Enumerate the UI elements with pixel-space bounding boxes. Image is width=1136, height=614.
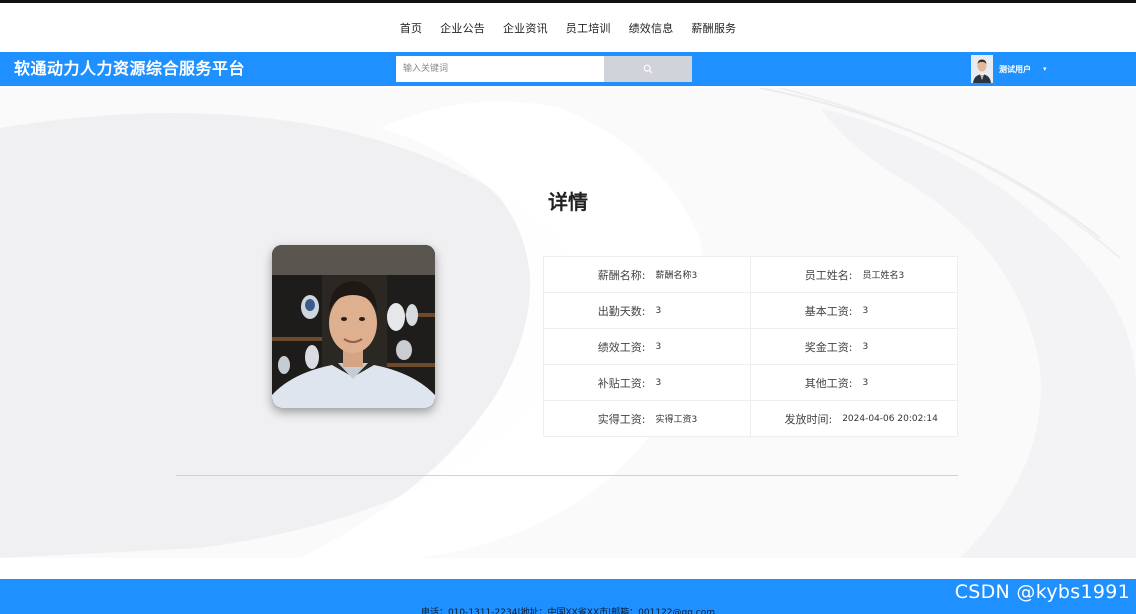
detail-cell-performance-pay: 绩效工资: 3 — [543, 328, 751, 365]
table-row: 出勤天数: 3 基本工资: 3 — [543, 292, 958, 329]
top-nav: 首页 企业公告 企业资讯 员工培训 绩效信息 薪酬服务 — [0, 3, 1136, 52]
watermark: CSDN @kybs1991 — [954, 581, 1130, 603]
detail-cell-base-salary: 基本工资: 3 — [750, 292, 958, 329]
detail-value: 3 — [655, 305, 662, 316]
detail-label: 补贴工资: — [597, 376, 646, 390]
detail-label: 薪酬名称: — [597, 268, 646, 282]
detail-cell-net-pay: 实得工资: 实得工资3 — [543, 400, 751, 437]
user-menu[interactable]: 测试用户 ▾ — [971, 55, 1047, 83]
detail-cell-bonus: 奖金工资: 3 — [750, 328, 958, 365]
table-row: 绩效工资: 3 奖金工资: 3 — [543, 328, 958, 365]
search-icon — [643, 64, 653, 74]
detail-value: 2024-04-06 20:02:14 — [842, 413, 938, 424]
detail-cell-pay-time: 发放时间: 2024-04-06 20:02:14 — [750, 400, 958, 437]
detail-value: 3 — [862, 305, 869, 316]
table-row: 薪酬名称: 薪酬名称3 员工姓名: 员工姓名3 — [543, 256, 958, 293]
detail-value: 3 — [655, 341, 662, 352]
nav-item-home[interactable]: 首页 — [400, 20, 422, 36]
detail-label: 其他工资: — [804, 376, 853, 390]
detail-label: 奖金工资: — [804, 340, 853, 354]
detail-value: 3 — [655, 377, 662, 388]
header-bar: 软通动力人力资源综合服务平台 测试用户 ▾ — [0, 52, 1136, 86]
detail-label: 绩效工资: — [597, 340, 646, 354]
detail-value: 3 — [862, 377, 869, 388]
footer-contact-text: 电话：010-1311-2234|地址：中国XX省XX市|邮箱：001122@q… — [420, 608, 716, 614]
avatar — [971, 55, 993, 83]
nav-item-training[interactable]: 员工培训 — [566, 20, 611, 36]
site-brand[interactable]: 软通动力人力资源综合服务平台 — [14, 52, 245, 86]
search-button[interactable] — [604, 56, 692, 82]
user-name: 测试用户 — [999, 64, 1031, 74]
detail-cell-salary-name: 薪酬名称: 薪酬名称3 — [543, 256, 751, 293]
nav-item-performance[interactable]: 绩效信息 — [629, 20, 674, 36]
detail-cell-employee-name: 员工姓名: 员工姓名3 — [750, 256, 958, 293]
page-title: 详情 — [548, 190, 588, 214]
employee-photo — [272, 245, 435, 408]
nav-item-salary[interactable]: 薪酬服务 — [691, 20, 736, 36]
nav-item-announcements[interactable]: 企业公告 — [440, 20, 485, 36]
detail-cell-other-pay: 其他工资: 3 — [750, 364, 958, 401]
search-input[interactable] — [396, 56, 604, 82]
detail-value: 实得工资3 — [655, 415, 698, 425]
detail-label: 实得工资: — [597, 412, 646, 426]
detail-value: 薪酬名称3 — [655, 271, 698, 281]
detail-label: 出勤天数: — [597, 304, 646, 318]
nav-item-news[interactable]: 企业资讯 — [503, 20, 548, 36]
table-row: 补贴工资: 3 其他工资: 3 — [543, 364, 958, 401]
detail-label: 基本工资: — [804, 304, 853, 318]
detail-value: 员工姓名3 — [862, 271, 905, 281]
detail-value: 3 — [862, 341, 869, 352]
detail-cell-attendance: 出勤天数: 3 — [543, 292, 751, 329]
detail-cell-allowance: 补贴工资: 3 — [543, 364, 751, 401]
table-row: 实得工资: 实得工资3 发放时间: 2024-04-06 20:02:14 — [543, 400, 958, 437]
detail-label: 员工姓名: — [804, 268, 853, 282]
chevron-down-icon: ▾ — [1043, 65, 1047, 73]
detail-table: 薪酬名称: 薪酬名称3 员工姓名: 员工姓名3 出勤天数: 3 基本工资: 3 … — [543, 256, 958, 437]
content-divider — [176, 475, 958, 476]
detail-label: 发放时间: — [784, 412, 833, 426]
